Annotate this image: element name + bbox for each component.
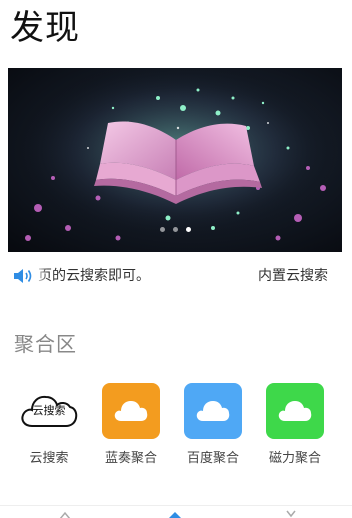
app-label: 百度聚合 [186,451,239,466]
cloud-icon [184,383,242,439]
cloud-icon [102,383,160,439]
carousel-dot[interactable] [172,227,178,232]
cloud-search-icon-text: 云搜索 [32,404,66,417]
announcement-ticker[interactable]: 页的云搜索即可。 内置云搜索 [0,262,352,290]
settings-tab-icon[interactable] [284,510,298,518]
app-magnet[interactable]: 磁力聚合 [260,383,330,467]
app-label: 蓝奏聚合 [104,451,157,466]
ticker-fade [34,262,48,290]
app-label: 云搜索 [29,451,69,466]
ticker-text: 内置云搜索 [258,268,328,284]
magic-book-banner-image [8,68,342,252]
app-lanzou[interactable]: 蓝奏聚合 [96,383,166,467]
home-tab-icon[interactable] [58,510,72,518]
ticker-fade [338,262,352,290]
carousel-dot-active[interactable] [185,227,191,232]
discover-page: 发现 页的云搜索即可。 内置云搜索 聚合区 云搜索 云搜索 蓝奏聚合 百度聚合 … [0,0,352,518]
bottom-tab-bar [0,505,352,518]
ticker-text: 页的云搜索即可。 [38,268,150,284]
discover-tab-icon[interactable] [168,510,182,518]
aggregator-grid: 云搜索 云搜索 蓝奏聚合 百度聚合 磁力聚合 [14,383,344,473]
carousel-dots [8,227,342,232]
app-label: 磁力聚合 [268,451,321,466]
banner-carousel[interactable] [8,68,342,252]
app-baidu[interactable]: 百度聚合 [178,383,248,467]
speaker-icon [14,269,32,283]
section-title: 聚合区 [14,332,77,356]
app-cloud-search[interactable]: 云搜索 云搜索 [14,383,84,467]
carousel-dot[interactable] [159,227,165,232]
cloud-icon [266,383,324,439]
page-title: 发现 [10,8,80,48]
cloud-search-icon: 云搜索 [20,383,78,439]
